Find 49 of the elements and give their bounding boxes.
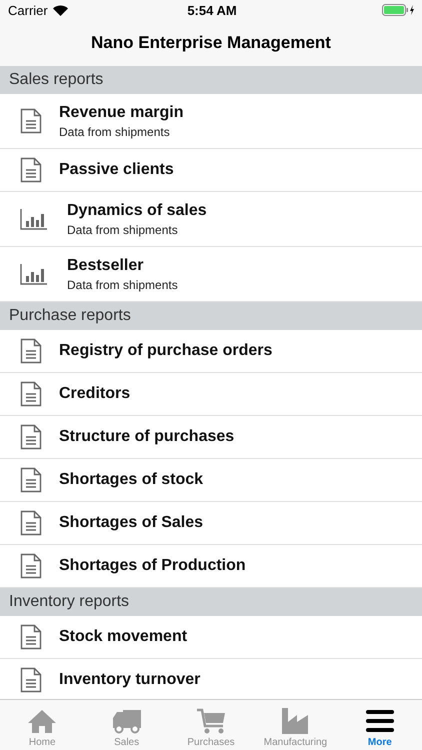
- row-subtitle: Data from shipments: [67, 222, 179, 236]
- nav-title: Nano Enterprise Management: [91, 33, 331, 53]
- section-title: Inventory reports: [9, 593, 130, 611]
- report-row[interactable]: Passive clients: [0, 149, 422, 192]
- row-title: Revenue margin: [59, 104, 184, 122]
- report-row[interactable]: Revenue margin Data from shipments: [0, 94, 422, 149]
- row-title: Bestseller: [67, 256, 144, 274]
- row-title: Shortages of Production: [59, 557, 246, 575]
- status-time: 5:54 AM: [187, 2, 237, 18]
- menu-icon: [364, 707, 396, 735]
- report-row[interactable]: Dynamics of sales Data from shipments: [0, 192, 422, 247]
- cart-icon: [195, 707, 228, 735]
- document-icon: [20, 624, 42, 650]
- section-title: Purchase reports: [9, 307, 131, 325]
- row-subtitle: Data from shipments: [67, 278, 178, 292]
- row-title: Stock movement: [59, 628, 188, 646]
- document-icon: [20, 108, 42, 134]
- bar-chart-icon: [20, 208, 48, 230]
- report-row[interactable]: Shortages of stock: [0, 459, 422, 502]
- row-title: Structure of purchases: [59, 428, 234, 446]
- house-icon: [26, 707, 58, 735]
- wifi-icon: [52, 4, 68, 16]
- carrier-name: Carrier: [8, 2, 48, 18]
- section-title: Sales reports: [9, 71, 104, 89]
- document-icon: [20, 510, 42, 536]
- report-row[interactable]: Stock movement: [0, 616, 422, 659]
- row-title: Creditors: [59, 385, 130, 403]
- document-icon: [20, 667, 42, 693]
- row-title: Shortages of Sales: [59, 514, 204, 532]
- report-row[interactable]: Structure of purchases: [0, 416, 422, 459]
- report-row[interactable]: Creditors: [0, 373, 422, 416]
- tab-bar-item[interactable]: More: [338, 700, 422, 750]
- document-icon: [20, 467, 42, 493]
- document-icon: [20, 338, 42, 364]
- truck-icon: [110, 707, 143, 735]
- battery-icon: [382, 4, 416, 16]
- document-icon: [20, 424, 42, 450]
- row-subtitle: Data from shipments: [59, 124, 171, 138]
- row-title: Dynamics of sales: [67, 202, 207, 220]
- row-title: Inventory turnover: [59, 671, 200, 689]
- document-icon: [20, 381, 42, 407]
- document-icon: [20, 157, 42, 183]
- report-row[interactable]: Registry of purchase orders: [0, 330, 422, 373]
- row-title: Passive clients: [59, 161, 174, 179]
- row-title: Registry of purchase orders: [59, 342, 272, 360]
- report-row[interactable]: Shortages of Sales: [0, 502, 422, 545]
- document-icon: [20, 553, 42, 579]
- row-title: Shortages of stock: [59, 471, 204, 489]
- bar-chart-icon: [20, 263, 48, 285]
